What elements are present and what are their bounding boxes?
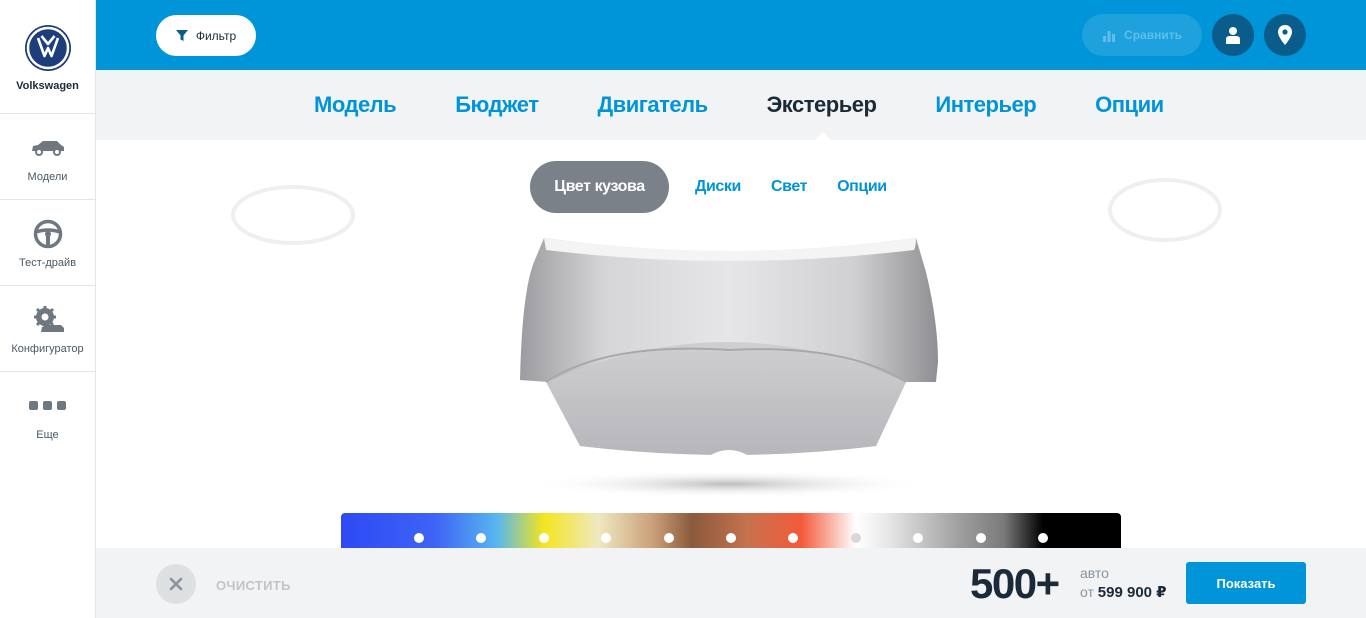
top-bar: Фильтр Сравнить bbox=[96, 0, 1366, 70]
color-swatch-brown[interactable] bbox=[664, 533, 674, 543]
sidebar-item-test-drive[interactable]: Тест-драйв bbox=[0, 200, 95, 286]
tab-options[interactable]: Опции bbox=[1095, 92, 1164, 118]
sidebar-item-label: Конфигуратор bbox=[11, 342, 84, 355]
color-swatch-silver[interactable] bbox=[913, 533, 923, 543]
sidebar-item-more[interactable]: Еще bbox=[0, 372, 95, 458]
main-nav: Модель Бюджет Двигатель Экстерьер Интерь… bbox=[96, 70, 1366, 140]
filter-icon bbox=[175, 29, 188, 41]
color-selector[interactable] bbox=[341, 513, 1121, 553]
clear-button[interactable] bbox=[156, 564, 196, 604]
background-wheel-icon bbox=[231, 185, 355, 245]
filter-button[interactable]: Фильтр bbox=[156, 15, 256, 56]
color-swatch-yellow[interactable] bbox=[539, 533, 549, 543]
more-dots-icon bbox=[28, 389, 68, 423]
tab-interior[interactable]: Интерьер bbox=[935, 92, 1036, 118]
price-prefix: от bbox=[1080, 584, 1094, 600]
price-line: от 599 900 ₽ bbox=[1080, 583, 1167, 602]
filter-label: Фильтр bbox=[195, 28, 237, 43]
brand[interactable]: Volkswagen bbox=[0, 0, 95, 114]
clear-label[interactable]: ОЧИСТИТЬ bbox=[216, 578, 291, 593]
brand-name: Volkswagen bbox=[16, 80, 79, 92]
vw-logo-icon bbox=[24, 25, 71, 71]
color-swatch-blue[interactable] bbox=[414, 533, 424, 543]
sidebar-item-label: Модели bbox=[27, 170, 68, 183]
bottom-bar: ОЧИСТИТЬ 500+ авто от 599 900 ₽ Показать bbox=[96, 548, 1366, 618]
steering-wheel-icon bbox=[33, 217, 63, 251]
subtab-wheels[interactable]: Диски bbox=[695, 178, 741, 196]
location-button[interactable] bbox=[1264, 14, 1306, 56]
sidebar-item-label: Тест-драйв bbox=[18, 256, 77, 269]
user-icon bbox=[1226, 27, 1240, 44]
compare-label: Сравнить bbox=[1124, 28, 1182, 42]
show-button[interactable]: Показать bbox=[1186, 562, 1306, 604]
sidebar-item-label: Еще bbox=[36, 429, 59, 441]
results-info: авто от 599 900 ₽ bbox=[1080, 564, 1167, 602]
car-hood-image bbox=[520, 238, 938, 498]
location-pin-icon bbox=[1278, 25, 1292, 45]
color-swatch-black[interactable] bbox=[1038, 533, 1048, 543]
subtab-lights[interactable]: Свет bbox=[771, 178, 808, 196]
tab-exterior[interactable]: Экстерьер bbox=[767, 92, 877, 140]
configurator-gear-car-icon bbox=[31, 303, 65, 337]
count-unit: авто bbox=[1080, 565, 1109, 581]
sub-tabs: Цвет кузова Диски Свет Опции bbox=[530, 161, 917, 213]
sidebar-item-models[interactable]: Модели bbox=[0, 114, 95, 200]
subtab-options[interactable]: Опции bbox=[837, 178, 887, 196]
color-swatch-light-blue[interactable] bbox=[476, 533, 486, 543]
bar-chart-icon bbox=[1103, 31, 1116, 42]
background-wheel-icon bbox=[1108, 178, 1222, 242]
color-swatch-grey[interactable] bbox=[976, 533, 986, 543]
sidebar-item-configurator[interactable]: Конфигуратор bbox=[0, 286, 95, 372]
tab-engine[interactable]: Двигатель bbox=[598, 92, 709, 118]
subtab-body-color[interactable]: Цвет кузова bbox=[530, 161, 669, 213]
car-icon bbox=[30, 131, 66, 165]
close-icon bbox=[169, 577, 183, 591]
compare-button[interactable]: Сравнить bbox=[1082, 14, 1202, 56]
results-count: 500+ bbox=[970, 560, 1060, 607]
color-swatch-white[interactable] bbox=[851, 533, 861, 543]
user-button[interactable] bbox=[1212, 14, 1254, 56]
price-value: 599 900 ₽ bbox=[1097, 584, 1167, 601]
color-swatch-beige[interactable] bbox=[601, 533, 611, 543]
tab-model[interactable]: Модель bbox=[314, 92, 397, 118]
sidebar: Volkswagen Модели Тест-драйв Конфигурато… bbox=[0, 0, 96, 618]
color-swatch-copper[interactable] bbox=[726, 533, 736, 543]
color-swatch-red[interactable] bbox=[788, 533, 798, 543]
tab-budget[interactable]: Бюджет bbox=[455, 92, 539, 118]
